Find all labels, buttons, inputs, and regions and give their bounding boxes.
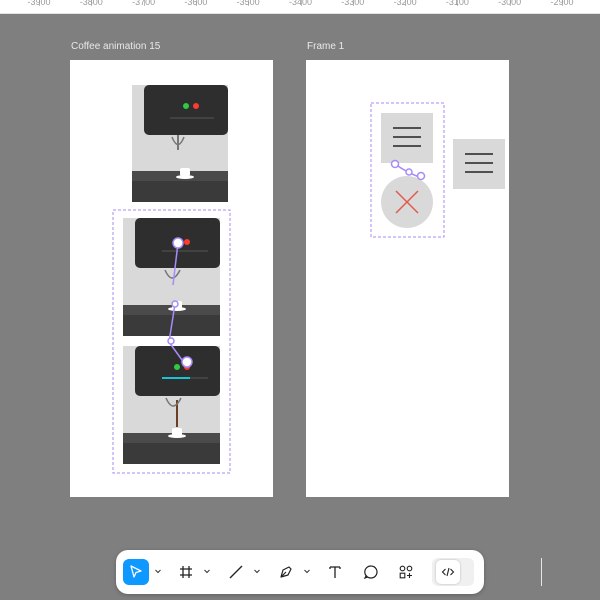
coffee-machine-3[interactable]	[123, 346, 220, 464]
hamburger-menu-icon-2[interactable]	[453, 139, 505, 189]
move-tool-button[interactable]	[123, 559, 149, 585]
coffee-machine-1[interactable]	[132, 85, 228, 202]
frame-tool-button[interactable]	[173, 559, 199, 585]
comment-tool-button[interactable]	[358, 559, 384, 585]
dev-mode-knob[interactable]	[436, 560, 460, 584]
ruler-label: -2900	[550, 0, 574, 7]
actions-tool-button[interactable]	[393, 559, 419, 585]
coffee-machine-2[interactable]	[123, 218, 220, 336]
text-T-icon	[329, 566, 341, 578]
chevron-down-icon[interactable]	[203, 567, 211, 575]
ruler-label: -3600	[184, 0, 208, 7]
frame-title-frame-1[interactable]: Frame 1	[307, 41, 344, 52]
cursor-arrow-icon	[130, 565, 142, 578]
ruler-label: -3100	[445, 0, 469, 7]
ruler-label: -3900	[27, 0, 51, 7]
frame-coffee-animation[interactable]	[70, 60, 273, 497]
ruler-label: -3700	[132, 0, 156, 7]
hash-frame-icon	[180, 566, 192, 578]
hamburger-menu-icon[interactable]	[381, 113, 433, 163]
pen-tool-button[interactable]	[273, 559, 299, 585]
text-tool-button[interactable]	[322, 559, 348, 585]
chevron-down-icon[interactable]	[253, 567, 261, 575]
coffee-animation-canvas	[112, 85, 231, 474]
chevron-down-icon[interactable]	[303, 567, 311, 575]
ruler-label: -3000	[498, 0, 522, 7]
bottom-toolbar	[116, 550, 542, 594]
ruler-label: -3400	[288, 0, 313, 7]
pen-nib-icon	[280, 566, 292, 578]
ruler-label: -3800	[79, 0, 103, 7]
top-ruler: -3900 -3800 -3700 -3600 -3500 -3400 -3300 -3200…	[0, 0, 600, 14]
close-circle-icon[interactable]	[381, 176, 433, 228]
shapes-plus-icon	[399, 565, 413, 579]
toolbar-divider	[541, 558, 542, 586]
code-brackets-icon	[441, 567, 455, 577]
frame-1-canvas	[370, 102, 505, 238]
frame-1[interactable]	[306, 60, 509, 497]
chevron-down-icon[interactable]	[154, 567, 162, 575]
ruler-label: -3500	[236, 0, 260, 7]
frame-title-coffee-animation[interactable]: Coffee animation 15	[71, 41, 160, 52]
line-tool-button[interactable]	[223, 559, 249, 585]
ruler-label: -3200	[393, 0, 417, 7]
ruler-label: -3300	[341, 0, 365, 7]
line-icon	[229, 565, 243, 579]
comment-bubble-icon	[363, 565, 378, 580]
